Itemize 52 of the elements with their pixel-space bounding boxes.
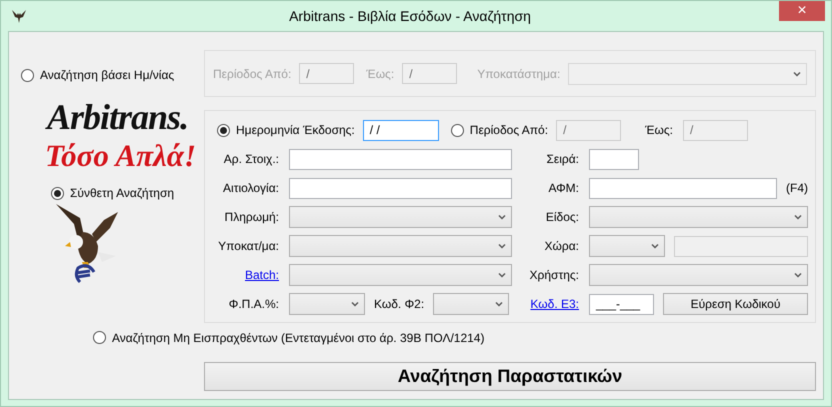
window-title: Arbitrans - Βιβλία Εσόδων - Αναζήτηση: [288, 8, 532, 24]
text-field[interactable]: [289, 148, 512, 170]
field-label: Υποκατ/μα:: [217, 239, 279, 253]
field-label: Αιτιολογία:: [222, 181, 279, 195]
chevron-icon: [498, 214, 506, 220]
dropdown[interactable]: [289, 235, 512, 257]
bird-icon: [11, 8, 27, 24]
chevron-icon: [498, 272, 506, 278]
chevron-icon: [794, 272, 802, 278]
field-label: Φ.Π.Α.%:: [228, 297, 279, 311]
field-label: Υποκατάστημα:: [477, 66, 560, 80]
text-field[interactable]: [589, 148, 639, 170]
radio-option[interactable]: Ημερομηνία Έκδοσης:: [217, 123, 355, 137]
field-label: Πληρωμή:: [224, 210, 279, 224]
field-label: Χώρα:: [544, 239, 579, 253]
field-link[interactable]: Batch:: [209, 268, 279, 282]
text-field[interactable]: ___-___: [589, 294, 654, 314]
chevron-icon: [794, 214, 802, 220]
field-label: ΑΦΜ:: [547, 181, 579, 195]
dropdown[interactable]: [589, 264, 808, 286]
dropdown[interactable]: [589, 206, 808, 228]
text-field[interactable]: [289, 178, 512, 198]
field-link[interactable]: Κωδ. Ε3:: [522, 297, 579, 311]
radio-option[interactable]: Αναζήτηση βάσει Ημ/νίας: [21, 68, 174, 82]
slogan: Τόσο Απλά!: [45, 138, 196, 174]
field-label: Κωδ. Φ2:: [374, 297, 424, 311]
brand-logo: Arbitrans.: [47, 96, 188, 138]
field-label: Αρ. Στοιχ.:: [222, 152, 279, 166]
text-field[interactable]: [589, 178, 777, 198]
dropdown[interactable]: [289, 293, 365, 315]
field-label: Περίοδος Από:: [213, 66, 292, 80]
radio-option[interactable]: Σύνθετη Αναζήτηση: [51, 186, 174, 200]
find-code-button[interactable]: Εύρεση Κωδικού: [663, 293, 808, 315]
chevron-icon: [495, 301, 504, 307]
dropdown[interactable]: [289, 264, 512, 286]
dropdown[interactable]: [433, 293, 510, 315]
chevron-icon: [651, 243, 659, 249]
field-label: Έως:: [366, 66, 394, 80]
hint-text: (F4): [786, 181, 808, 195]
chevron-icon: [351, 301, 359, 307]
field-label: Είδος:: [544, 210, 579, 224]
dropdown[interactable]: [289, 206, 512, 228]
radio-option[interactable]: Αναζήτηση Μη Εισπραχθέντων (Εντεταγμένοι στο άρ. 39Β ΠΟΛ/1214): [93, 330, 484, 344]
close-button[interactable]: ×: [779, 1, 825, 21]
chevron-icon: [793, 70, 801, 76]
chevron-icon: [498, 243, 506, 249]
field-label: Χρήστης:: [528, 268, 579, 282]
dropdown[interactable]: [589, 235, 665, 257]
field-label: Έως:: [645, 123, 673, 137]
date-field[interactable]: / /: [362, 120, 439, 140]
field-label: Σειρά:: [545, 152, 579, 166]
search-button[interactable]: Αναζήτηση Παραστατικών: [204, 362, 816, 391]
